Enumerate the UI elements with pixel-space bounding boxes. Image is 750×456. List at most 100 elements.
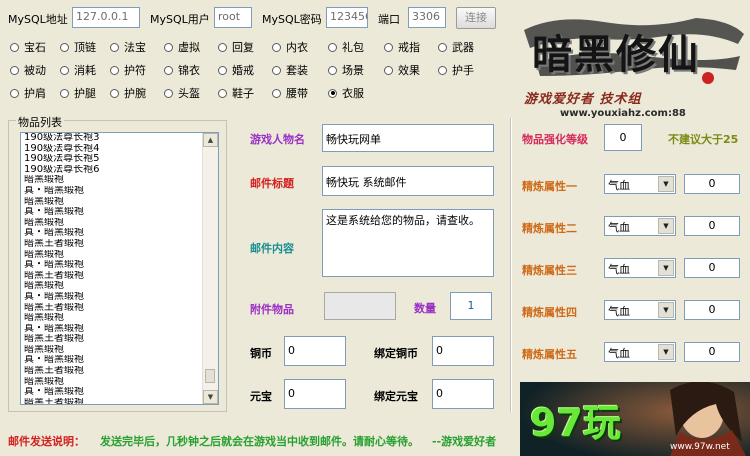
- connect-button[interactable]: 连接: [456, 7, 496, 29]
- radio-circle-icon[interactable]: [438, 65, 447, 75]
- enhance-level-input[interactable]: 0: [604, 124, 642, 151]
- mysql-user-input[interactable]: root: [214, 7, 252, 28]
- refine-attr-select[interactable]: 气血 ▼: [604, 216, 676, 236]
- radio-circle-icon[interactable]: [438, 42, 447, 52]
- category-radio[interactable]: 内衣: [272, 40, 308, 54]
- copper-input[interactable]: 0: [284, 336, 346, 366]
- list-item[interactable]: 暗黑缎袍: [24, 281, 202, 292]
- bound-copper-input[interactable]: 0: [432, 336, 494, 366]
- player-name-input[interactable]: 畅快玩网单: [322, 124, 494, 152]
- radio-circle-icon[interactable]: [60, 42, 69, 52]
- refine-value-input[interactable]: 0: [684, 216, 740, 236]
- list-item[interactable]: 真・暗黑缎袍: [24, 207, 202, 218]
- category-radio[interactable]: 护腿: [60, 86, 96, 100]
- mysql-host-input[interactable]: 127.0.0.1: [72, 7, 140, 28]
- radio-circle-icon[interactable]: [110, 42, 119, 52]
- category-radio[interactable]: 护手: [438, 63, 474, 77]
- yuanbao-input[interactable]: 0: [284, 379, 346, 409]
- 97wan-ad-banner[interactable]: 97玩 www.97w.net: [520, 382, 750, 456]
- list-item[interactable]: 190级法尊长袍4: [24, 144, 202, 155]
- refine-value-input[interactable]: 0: [684, 174, 740, 194]
- chevron-down-icon[interactable]: ▼: [658, 176, 674, 192]
- list-item[interactable]: 190级法尊长袍6: [24, 165, 202, 176]
- list-item[interactable]: 190级法尊长袍5: [24, 154, 202, 165]
- radio-circle-icon[interactable]: [60, 65, 69, 75]
- list-item[interactable]: 真・暗黑缎袍: [24, 324, 202, 335]
- category-radio[interactable]: 衣服: [328, 86, 364, 100]
- chevron-down-icon[interactable]: ▼: [658, 260, 674, 276]
- item-list-scrollbar[interactable]: ▲ ▼: [202, 133, 218, 404]
- radio-circle-icon[interactable]: [272, 88, 281, 98]
- list-item[interactable]: 暗黑王者缎袍: [24, 366, 202, 377]
- refine-attr-select[interactable]: 气血 ▼: [604, 258, 676, 278]
- category-radio[interactable]: 锦衣: [164, 63, 200, 77]
- mysql-password-input[interactable]: 123456: [326, 7, 368, 28]
- list-item[interactable]: 暗黑缎袍: [24, 175, 202, 186]
- category-radio[interactable]: 婚戒: [218, 63, 254, 77]
- radio-circle-icon[interactable]: [384, 65, 393, 75]
- category-radio[interactable]: 法宝: [110, 40, 146, 54]
- chevron-down-icon[interactable]: ▼: [658, 344, 674, 360]
- refine-value-input[interactable]: 0: [684, 342, 740, 362]
- category-radio[interactable]: 护符: [110, 63, 146, 77]
- chevron-down-icon[interactable]: ▼: [658, 302, 674, 318]
- list-item[interactable]: 真・暗黑缎袍: [24, 228, 202, 239]
- category-radio[interactable]: 场景: [328, 63, 364, 77]
- list-item[interactable]: 暗黑王者缎袍: [24, 334, 202, 345]
- refine-attr-select[interactable]: 气血 ▼: [604, 300, 676, 320]
- scroll-up-icon[interactable]: ▲: [203, 133, 218, 147]
- category-radio[interactable]: 鞋子: [218, 86, 254, 100]
- category-radio[interactable]: 宝石: [10, 40, 46, 54]
- list-item[interactable]: 暗黑缎袍: [24, 250, 202, 261]
- refine-attr-select[interactable]: 气血 ▼: [604, 342, 676, 362]
- category-radio[interactable]: 消耗: [60, 63, 96, 77]
- category-radio[interactable]: 套装: [272, 63, 308, 77]
- list-item[interactable]: 190级法尊长袍3: [24, 133, 202, 144]
- radio-circle-icon[interactable]: [328, 42, 337, 52]
- radio-circle-icon[interactable]: [218, 65, 227, 75]
- bound-yuanbao-input[interactable]: 0: [432, 379, 494, 409]
- radio-circle-icon[interactable]: [272, 65, 281, 75]
- category-radio[interactable]: 腰带: [272, 86, 308, 100]
- radio-circle-icon[interactable]: [10, 88, 19, 98]
- list-item[interactable]: 暗黑缎袍: [24, 377, 202, 388]
- radio-circle-icon[interactable]: [164, 88, 173, 98]
- radio-circle-icon[interactable]: [164, 42, 173, 52]
- radio-circle-icon[interactable]: [328, 88, 337, 98]
- category-radio[interactable]: 礼包: [328, 40, 364, 54]
- refine-value-input[interactable]: 0: [684, 300, 740, 320]
- scroll-down-icon[interactable]: ▼: [203, 390, 218, 404]
- list-item[interactable]: 真・暗黑缎袍: [24, 292, 202, 303]
- list-item[interactable]: 暗黑缎袍: [24, 197, 202, 208]
- radio-circle-icon[interactable]: [110, 88, 119, 98]
- port-input[interactable]: 3306: [408, 7, 446, 28]
- list-item[interactable]: 真・暗黑缎袍: [24, 355, 202, 366]
- radio-circle-icon[interactable]: [272, 42, 281, 52]
- category-radio[interactable]: 虚拟: [164, 40, 200, 54]
- list-item[interactable]: 暗黑王者缎袍: [24, 398, 202, 404]
- list-item[interactable]: 暗黑王者缎袍: [24, 271, 202, 282]
- category-radio[interactable]: 顶链: [60, 40, 96, 54]
- list-item[interactable]: 真・暗黑缎袍: [24, 186, 202, 197]
- category-radio[interactable]: 护腕: [110, 86, 146, 100]
- category-radio[interactable]: 被动: [10, 63, 46, 77]
- category-radio[interactable]: 回复: [218, 40, 254, 54]
- radio-circle-icon[interactable]: [164, 65, 173, 75]
- radio-circle-icon[interactable]: [10, 42, 19, 52]
- refine-value-input[interactable]: 0: [684, 258, 740, 278]
- category-radio[interactable]: 戒指: [384, 40, 420, 54]
- category-radio[interactable]: 效果: [384, 63, 420, 77]
- list-item[interactable]: 暗黑缎袍: [24, 313, 202, 324]
- category-radio[interactable]: 头盔: [164, 86, 200, 100]
- radio-circle-icon[interactable]: [10, 65, 19, 75]
- radio-circle-icon[interactable]: [218, 88, 227, 98]
- radio-circle-icon[interactable]: [110, 65, 119, 75]
- list-item[interactable]: 暗黑缎袍: [24, 218, 202, 229]
- category-radio[interactable]: 武器: [438, 40, 474, 54]
- list-item[interactable]: 真・暗黑缎袍: [24, 387, 202, 398]
- radio-circle-icon[interactable]: [218, 42, 227, 52]
- mail-content-textarea[interactable]: 这是系统给您的物品，请查收。: [322, 209, 494, 277]
- attachment-slot[interactable]: [324, 292, 396, 320]
- item-listbox[interactable]: 190级法尊长袍3 190级法尊长袍4 190级法尊长袍5 190级法尊长袍6 暗黑缎袍…: [20, 132, 219, 405]
- quantity-input[interactable]: 1: [450, 292, 492, 320]
